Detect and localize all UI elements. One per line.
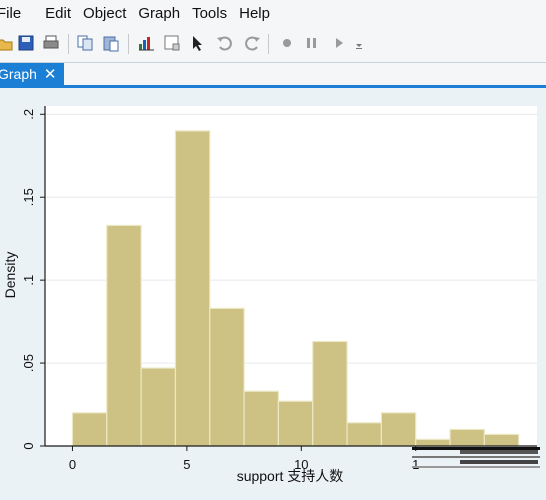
toolbar (0, 26, 546, 63)
x-tick-label: 0 (69, 457, 76, 472)
histogram-bar (449, 428, 485, 447)
recorder-icon[interactable] (163, 34, 181, 52)
document-tab-strip: Graph ✕ (0, 63, 546, 88)
open-icon[interactable] (0, 34, 14, 52)
menu-edit[interactable]: Edit (45, 5, 71, 22)
histogram-bar (140, 367, 177, 447)
y-tick-label: 0 (21, 442, 36, 449)
menu-file[interactable]: File (0, 5, 33, 22)
y-tick-label: .05 (21, 354, 36, 372)
menu-object[interactable]: Object (83, 5, 126, 22)
histogram-bar (415, 438, 451, 447)
y-tick-label: .2 (21, 109, 36, 120)
save-icon[interactable] (17, 34, 35, 52)
undo-icon[interactable] (215, 34, 233, 52)
y-axis-title: Density (2, 252, 18, 299)
pointer-icon[interactable] (189, 34, 207, 52)
redo-icon[interactable] (244, 34, 262, 52)
menu-graph[interactable]: Graph (138, 5, 180, 22)
x-tick-label: 5 (183, 457, 190, 472)
histogram-bar (312, 340, 348, 447)
menu-tools[interactable]: Tools (192, 5, 227, 22)
x-tick-label: 1 (412, 457, 419, 472)
histogram-bar (106, 224, 142, 447)
close-icon[interactable]: ✕ (44, 65, 57, 83)
histogram-bar (346, 422, 382, 447)
y-axis-ticks: 0 .05 .1 .15 .2 (21, 109, 45, 450)
histogram-bar (71, 412, 108, 447)
dropdown-icon[interactable] (350, 34, 368, 52)
y-tick-label: .1 (21, 275, 36, 286)
print-icon[interactable] (42, 34, 60, 52)
overlay-strip (412, 447, 540, 468)
y-tick-label: .15 (21, 188, 36, 206)
menu-help[interactable]: Help (239, 5, 270, 22)
menu-bar: File Edit Object Graph Tools Help (0, 0, 546, 26)
histogram-bar (243, 390, 280, 447)
toolbar-separator (68, 34, 69, 54)
toolbar-separator (128, 34, 129, 54)
graph-editor-icon[interactable] (137, 34, 155, 52)
paste-icon[interactable] (102, 34, 120, 52)
record-icon[interactable] (278, 34, 296, 52)
histogram-bar (380, 412, 417, 447)
tab-graph-label: Graph (0, 66, 37, 82)
tab-graph[interactable]: Graph ✕ (0, 63, 64, 85)
x-axis-title: support 支持人数 (237, 468, 344, 484)
histogram-bar (277, 400, 314, 447)
histogram-bar (174, 130, 211, 447)
play-icon[interactable] (330, 34, 348, 52)
histogram-bar (209, 307, 245, 447)
copy-icon[interactable] (76, 34, 94, 52)
pause-icon[interactable] (303, 34, 321, 52)
toolbar-separator (268, 34, 269, 54)
histogram-chart: 0 5 10 1 0.05.1.15.2 support 支持人数 Density (2, 106, 540, 484)
graph-window: 0 5 10 1 0.05.1.15.2 support 支持人数 Density (0, 88, 546, 495)
histogram-bar (483, 433, 520, 447)
